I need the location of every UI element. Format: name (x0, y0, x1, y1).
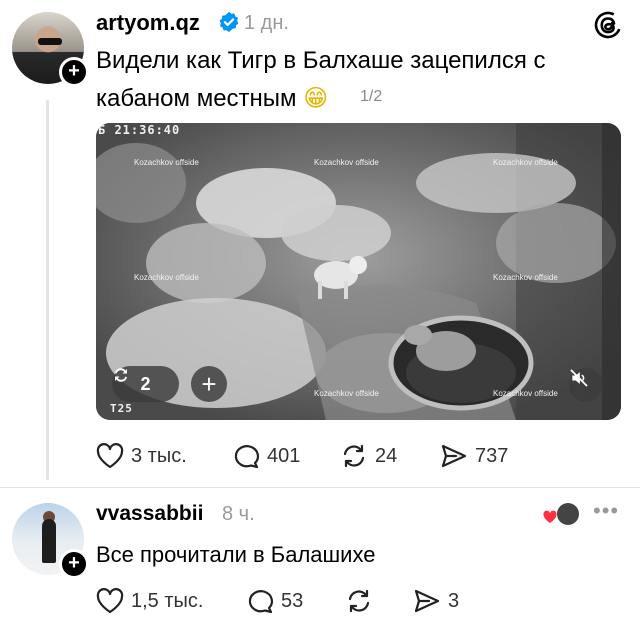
reply-count: 401 (267, 444, 301, 467)
liked-heart-icon (543, 510, 557, 523)
share-icon (414, 589, 440, 613)
repost-icon (348, 589, 370, 613)
repost-icon (115, 368, 127, 382)
reply-share-button[interactable]: 3 (413, 588, 459, 614)
reply-username[interactable]: vvassabbii (96, 502, 203, 526)
post-video[interactable]: Б 21:36:40 Kozachkov offside Kozachkov o… (96, 123, 621, 420)
watermark-5: Kozachkov offside (493, 273, 558, 282)
media-add-button[interactable]: + (191, 366, 227, 402)
share-button[interactable]: 737 (440, 443, 508, 469)
reply-text: Все прочитали в Балашихе (96, 542, 376, 567)
post-text-line-1: Видели как Тигр в Балхаше зацепился с (96, 47, 546, 74)
heart-icon (96, 443, 124, 469)
repost-button[interactable]: 24 (340, 443, 397, 469)
post-text-line-2: кабаном местным 😁 (96, 79, 328, 118)
media-repost-count: 2 (140, 373, 151, 394)
verified-badge-icon (219, 11, 239, 33)
watermark-1: Kozachkov offside (134, 158, 199, 167)
post-time: 1 дн. (244, 12, 289, 34)
more-icon[interactable]: ••• (593, 500, 619, 522)
mute-button[interactable] (569, 368, 603, 402)
share-count: 737 (475, 444, 509, 467)
like-button[interactable]: 3 тыс. (96, 443, 187, 469)
reply-like-button[interactable]: 1,5 тыс. (96, 588, 203, 614)
comment-icon (248, 590, 274, 614)
reply-repost-button[interactable] (345, 588, 373, 614)
grin-emoji: 😁 (303, 84, 329, 112)
post-divider (0, 487, 640, 488)
reply-like-count: 1,5 тыс. (131, 589, 204, 612)
reply-follow-plus-icon[interactable]: + (59, 549, 89, 579)
share-icon (441, 444, 467, 468)
reply-reply-count: 53 (281, 589, 304, 612)
repost-icon (343, 444, 365, 468)
comment-icon (234, 445, 260, 469)
author-username[interactable]: artyom.qz (96, 10, 200, 36)
media-counter: 1/2 (360, 88, 383, 105)
follow-plus-icon[interactable]: + (59, 57, 89, 87)
like-count: 3 тыс. (131, 444, 187, 467)
reply-reply-button[interactable]: 53 (246, 588, 303, 614)
watermark-3: Kozachkov offside (493, 158, 558, 167)
camera-corner-label: T25 (110, 402, 133, 415)
camera-timestamp: Б 21:36:40 (98, 123, 181, 137)
avatar-person (42, 519, 56, 563)
post-text-line-2-text: кабаном местным (96, 85, 297, 112)
threads-logo-icon[interactable] (593, 10, 623, 40)
avatar-sunglasses (38, 38, 62, 45)
watermark-6: Kozachkov offside (314, 389, 379, 398)
mute-icon (570, 369, 588, 387)
liker-avatar (557, 503, 579, 525)
repost-count: 24 (375, 444, 398, 467)
media-repost-button[interactable]: 2 (112, 366, 179, 402)
watermark-2: Kozachkov offside (314, 158, 379, 167)
reply-share-count: 3 (448, 589, 460, 612)
watermark-7: Kozachkov offside (493, 389, 558, 398)
watermark-4: Kozachkov offside (134, 273, 199, 282)
reply-time: 8 ч. (222, 503, 255, 525)
reply-button[interactable]: 401 (232, 443, 300, 469)
heart-icon (96, 588, 124, 614)
thread-connector-line (46, 100, 49, 480)
